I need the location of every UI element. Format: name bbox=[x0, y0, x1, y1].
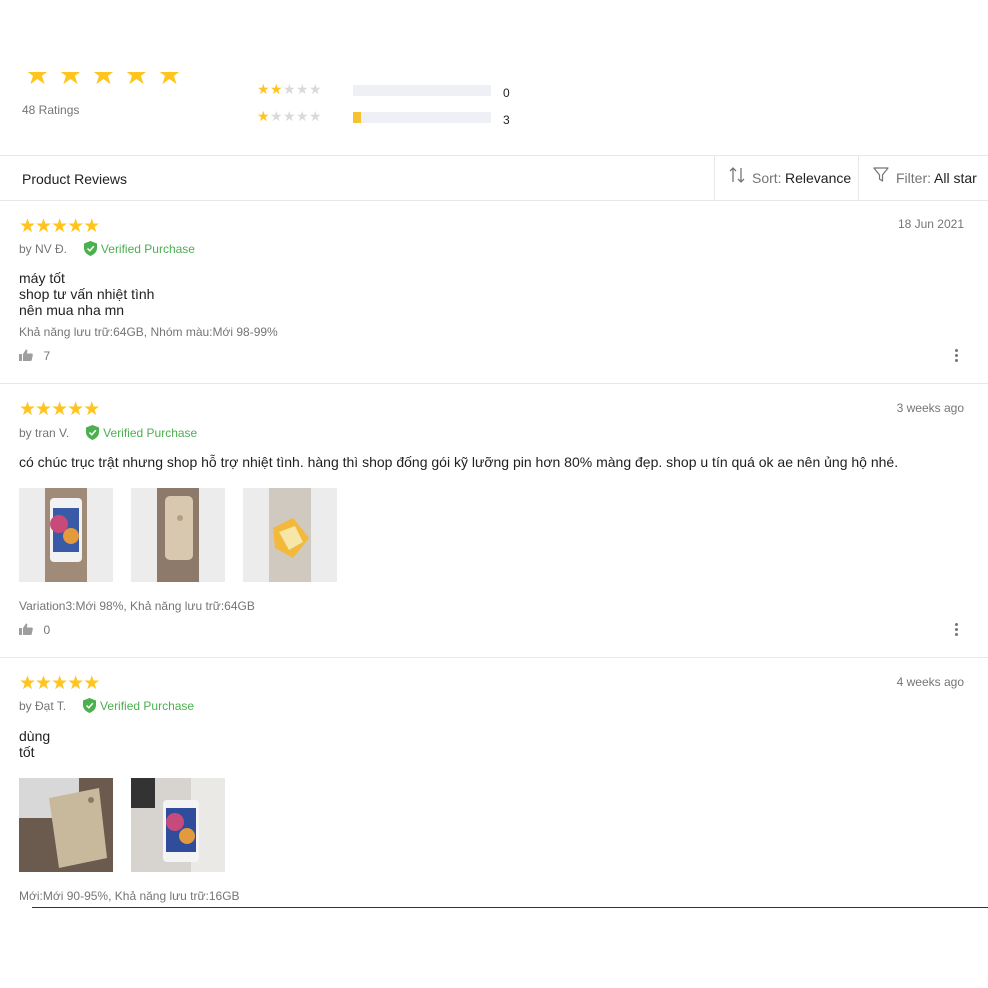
review-date: 18 Jun 2021 bbox=[897, 217, 964, 231]
star-icon: ★ bbox=[90, 72, 117, 90]
star-icon: ★ bbox=[19, 399, 36, 420]
star-icon: ★ bbox=[35, 399, 52, 420]
breakdown-row-2-stars[interactable]: ★ ★ ★ ★ ★ 0 bbox=[257, 81, 527, 100]
star-empty-icon: ★ bbox=[296, 81, 309, 97]
verified-purchase-label: Verified Purchase bbox=[100, 699, 195, 713]
star-empty-icon: ★ bbox=[283, 81, 296, 97]
review-stars: ★★★★★ bbox=[19, 399, 100, 420]
star-empty-icon: ★ bbox=[309, 108, 322, 124]
review-stars: ★★★★★ bbox=[19, 216, 100, 237]
review-author-row: by tran V. Verified Purchase bbox=[19, 424, 197, 442]
rating-bar bbox=[353, 112, 491, 123]
star-icon: ★ bbox=[83, 673, 100, 694]
star-icon: ★ bbox=[67, 673, 84, 694]
verified-shield-icon bbox=[83, 241, 97, 256]
review-image[interactable] bbox=[19, 488, 113, 582]
like-count: 7 bbox=[43, 349, 51, 363]
more-options-icon[interactable] bbox=[955, 349, 959, 364]
review-item: ★★★★★ 3 weeks ago by tran V. Verified Pu… bbox=[0, 384, 988, 657]
star-empty-icon: ★ bbox=[309, 81, 322, 97]
review-item: ★★★★★ 4 weeks ago by Đạt T. Verified Pur… bbox=[0, 658, 988, 908]
rating-bar bbox=[353, 85, 491, 96]
verified-shield-icon bbox=[86, 425, 100, 440]
breakdown-row-1-star[interactable]: ★ ★ ★ ★ ★ 3 bbox=[257, 108, 527, 127]
star-icon: ★ bbox=[19, 216, 36, 237]
star-icon: ★ bbox=[156, 72, 183, 90]
filter-label: Filter: bbox=[896, 170, 931, 186]
review-variation: Mới:Mới 90-95%, Khả năng lưu trữ:16GB bbox=[19, 889, 240, 903]
star-icon: ★ bbox=[51, 399, 68, 420]
star-icon: ★ bbox=[123, 72, 150, 90]
sort-value: Relevance bbox=[785, 170, 852, 186]
breakdown-count: 3 bbox=[503, 113, 510, 127]
thumbs-up-icon bbox=[19, 623, 33, 635]
verified-shield-icon bbox=[83, 698, 97, 713]
packaged-phone-photo bbox=[243, 488, 337, 582]
ratings-count: 48 Ratings bbox=[22, 103, 80, 117]
like-count: 0 bbox=[43, 623, 51, 637]
review-text: dùng tốt bbox=[19, 728, 51, 760]
more-options-icon[interactable] bbox=[955, 623, 959, 638]
filter-value: All star bbox=[934, 170, 977, 186]
summary-stars: ★ ★ ★ ★ ★ bbox=[24, 72, 194, 90]
review-item: ★★★★★ 18 Jun 2021 by NV Đ. Verified Purc… bbox=[0, 201, 988, 383]
phone-front-photo bbox=[19, 488, 113, 582]
star-icon: ★ bbox=[257, 108, 270, 124]
star-icon: ★ bbox=[51, 216, 68, 237]
filter-icon bbox=[873, 167, 889, 182]
thumbs-up-icon bbox=[19, 349, 33, 361]
star-icon: ★ bbox=[257, 81, 270, 97]
star-icon: ★ bbox=[57, 72, 84, 90]
sort-label: Sort: bbox=[752, 170, 782, 186]
review-author: by NV Đ. bbox=[19, 242, 68, 256]
page-title: Product Reviews bbox=[22, 171, 128, 187]
star-empty-icon: ★ bbox=[270, 108, 283, 124]
review-author-row: by Đạt T. Verified Purchase bbox=[19, 697, 194, 715]
star-icon: ★ bbox=[19, 673, 36, 694]
star-icon: ★ bbox=[83, 216, 100, 237]
phone-back-photo bbox=[131, 488, 225, 582]
star-icon: ★ bbox=[67, 399, 84, 420]
like-button[interactable]: 0 bbox=[19, 622, 51, 637]
breakdown-count: 0 bbox=[503, 86, 510, 100]
review-author: by tran V. bbox=[19, 426, 70, 440]
star-icon: ★ bbox=[270, 81, 283, 97]
review-image[interactable] bbox=[19, 778, 113, 872]
review-author-row: by NV Đ. Verified Purchase bbox=[19, 240, 195, 258]
star-icon: ★ bbox=[35, 216, 52, 237]
filter-button[interactable]: Filter: All star bbox=[859, 156, 988, 200]
review-text: máy tốt shop tư vấn nhiệt tình nên mua n… bbox=[19, 270, 155, 318]
review-image[interactable] bbox=[243, 488, 337, 582]
divider bbox=[32, 907, 988, 908]
review-author: by Đạt T. bbox=[19, 699, 67, 713]
verified-purchase-label: Verified Purchase bbox=[103, 426, 198, 440]
star-icon: ★ bbox=[35, 673, 52, 694]
review-image[interactable] bbox=[131, 778, 225, 872]
sort-button[interactable]: Sort: Relevance bbox=[715, 156, 858, 200]
review-date: 4 weeks ago bbox=[896, 675, 964, 689]
star-icon: ★ bbox=[67, 216, 84, 237]
rating-bar-fill bbox=[353, 112, 361, 123]
star-icon: ★ bbox=[51, 673, 68, 694]
phone-back-photo bbox=[19, 778, 113, 872]
review-variation: Variation3:Mới 98%, Khả năng lưu trữ:64G… bbox=[19, 599, 255, 613]
star-empty-icon: ★ bbox=[283, 108, 296, 124]
rating-summary: ★ ★ ★ ★ ★ 48 Ratings ★ ★ ★ ★ ★ 0 ★ ★ ★ ★… bbox=[0, 0, 988, 155]
verified-purchase-label: Verified Purchase bbox=[100, 242, 195, 256]
review-stars: ★★★★★ bbox=[19, 673, 100, 694]
star-icon: ★ bbox=[83, 399, 100, 420]
sort-icon bbox=[729, 167, 745, 183]
reviews-header: Product Reviews Sort: Relevance Filter: … bbox=[0, 156, 988, 200]
review-text: có chúc trục trật nhưng shop hỗ trợ nhiệ… bbox=[19, 454, 899, 470]
review-image[interactable] bbox=[131, 488, 225, 582]
review-date: 3 weeks ago bbox=[896, 401, 964, 415]
star-icon: ★ bbox=[24, 72, 51, 90]
review-variation: Khả năng lưu trữ:64GB, Nhóm màu:Mới 98-9… bbox=[19, 325, 278, 339]
like-button[interactable]: 7 bbox=[19, 348, 51, 363]
star-empty-icon: ★ bbox=[296, 108, 309, 124]
phone-front-photo bbox=[131, 778, 225, 872]
